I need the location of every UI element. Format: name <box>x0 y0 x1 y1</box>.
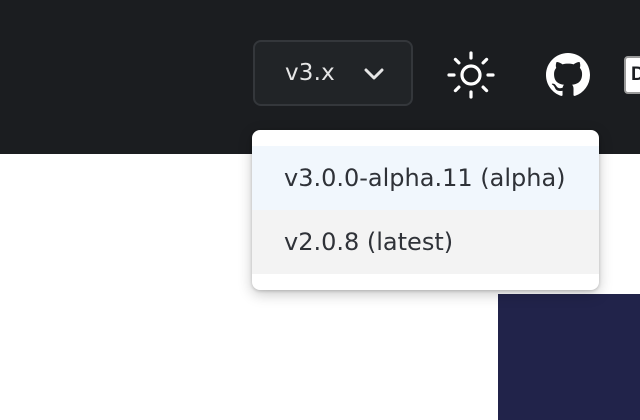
version-option-v2-latest[interactable]: v2.0.8 (latest) <box>252 210 599 274</box>
version-select-label: v3.x <box>285 60 335 86</box>
content-hero-block <box>498 294 640 420</box>
github-icon[interactable] <box>546 53 590 97</box>
version-select-button[interactable]: v3.x <box>253 40 413 106</box>
version-dropdown-menu: v3.0.0-alpha.11 (alpha) v2.0.8 (latest) <box>252 130 599 290</box>
version-option-label: v3.0.0-alpha.11 (alpha) <box>284 164 566 192</box>
version-option-label: v2.0.8 (latest) <box>284 228 454 256</box>
version-option-v3-alpha[interactable]: v3.0.0-alpha.11 (alpha) <box>252 146 599 210</box>
chevron-down-icon <box>364 68 384 80</box>
sun-icon[interactable] <box>446 50 496 100</box>
docsearch-button[interactable]: D <box>624 56 640 94</box>
docsearch-button-text: D <box>631 64 640 86</box>
